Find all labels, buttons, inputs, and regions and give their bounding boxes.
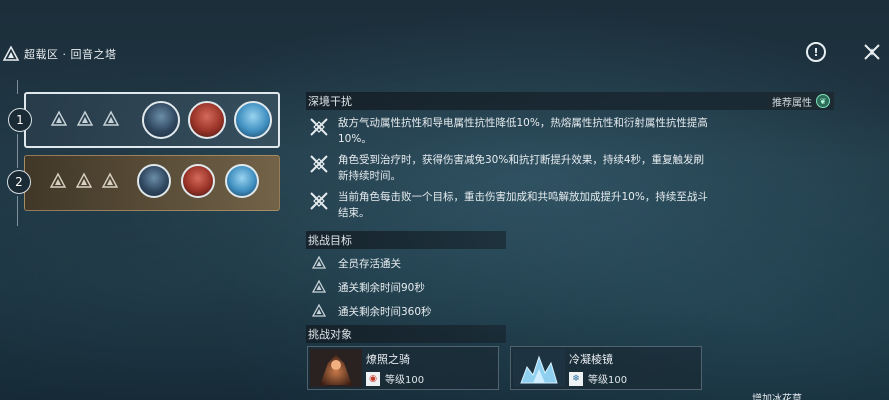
- avatar[interactable]: [225, 164, 259, 198]
- stage-card-1[interactable]: 1: [8, 92, 280, 148]
- goal-text: 通关剩余时间360秒: [338, 305, 432, 318]
- avatar[interactable]: [188, 101, 226, 139]
- glacio-icon: ❄: [569, 371, 583, 386]
- targets-header: 挑战对象: [306, 325, 506, 343]
- enemy-portrait-icon: [513, 349, 565, 387]
- header: 超载区 · 回音之塔: [0, 42, 117, 66]
- crossed-swords-icon: [310, 118, 328, 136]
- target-name: 燎照之骑: [366, 353, 410, 366]
- section-title: 深境干扰: [308, 95, 352, 108]
- disturbance-item: 角色受到治疗时，获得伤害减免30%和抗打断提升效果，持续4秒，重复触发刷新持续时…: [306, 152, 834, 184]
- crossed-swords-icon: [310, 155, 328, 173]
- goal-text: 通关剩余时间90秒: [338, 281, 425, 294]
- goal-item: 通关剩余时间90秒: [306, 275, 834, 299]
- stage-number: 1: [8, 108, 32, 132]
- target-level: 等级100: [588, 375, 628, 386]
- stage-stars: [50, 110, 120, 128]
- disturbance-text: 当前角色每击败一个目标，重击伤害加成和共鸣解放加成提升10%，持续至战斗结束。: [338, 191, 708, 219]
- disturbance-text: 角色受到治疗时，获得伤害减免30%和抗打断提升效果，持续4秒，重复触发刷新持续时…: [338, 154, 705, 182]
- stage-connector: [17, 80, 18, 94]
- aero-attribute-icon: ❦: [816, 94, 830, 108]
- team-avatars: [142, 101, 272, 139]
- goals-header: 挑战目标: [306, 231, 506, 249]
- disturbance-text: 敌方气动属性抗性和导电属性抗性降低10%，热熔属性抗性和衍射属性抗性提高10%。: [338, 117, 708, 145]
- stage-stars: [49, 172, 119, 190]
- star-icon: [102, 110, 120, 126]
- star-icon: [312, 304, 326, 317]
- goal-item: 通关剩余时间360秒: [306, 299, 834, 323]
- disturbance-header: 深境干扰 推荐属性 ❦: [306, 92, 834, 110]
- star-icon: [49, 172, 67, 188]
- info-icon[interactable]: !: [806, 42, 826, 62]
- tower-logo-icon: [2, 45, 20, 63]
- disturbance-item: 敌方气动属性抗性和导电属性抗性降低10%，热熔属性抗性和衍射属性抗性提高10%。: [306, 115, 834, 147]
- star-icon: [312, 280, 326, 293]
- recommend-attribute-button[interactable]: 推荐属性 ❦: [768, 93, 834, 109]
- star-icon: [76, 110, 94, 126]
- star-icon: [50, 110, 68, 126]
- fusion-icon: ◉: [366, 371, 380, 386]
- avatar[interactable]: [181, 164, 215, 198]
- crossed-swords-icon: [310, 192, 328, 210]
- enemy-portrait-icon: [310, 349, 362, 387]
- avatar[interactable]: [137, 164, 171, 198]
- goal-text: 全员存活通关: [338, 257, 401, 270]
- target-level: 等级100: [385, 375, 425, 386]
- tower-screen: 超载区 · 回音之塔 ! 1 2 深境干扰 推荐属性 ❦ 敌方气动属性抗性和导电…: [0, 0, 889, 400]
- close-icon[interactable]: [860, 40, 884, 64]
- stage-connector: [17, 134, 18, 168]
- avatar[interactable]: [142, 101, 180, 139]
- target-card[interactable]: 燎照之骑 ◉ 等级100: [307, 346, 499, 390]
- star-icon: [312, 256, 326, 269]
- recommend-label: 推荐属性: [772, 97, 812, 109]
- avatar[interactable]: [234, 101, 272, 139]
- target-level-row: ❄ 等级100: [569, 371, 627, 386]
- target-name: 冷凝棱镜: [569, 353, 613, 366]
- bottom-hint: 增加冰花草: [752, 394, 802, 400]
- disturbance-item: 当前角色每击败一个目标，重击伤害加成和共鸣解放加成提升10%，持续至战斗结束。: [306, 189, 834, 221]
- section-title: 挑战目标: [308, 234, 352, 247]
- stage-connector: [17, 196, 18, 226]
- team-avatars: [137, 164, 259, 198]
- target-card[interactable]: 冷凝棱镜 ❄ 等级100: [510, 346, 702, 390]
- page-title: 超载区 · 回音之塔: [24, 48, 117, 61]
- stage-card-2[interactable]: 2: [7, 155, 280, 211]
- details-panel: 深境干扰 推荐属性 ❦ 敌方气动属性抗性和导电属性抗性降低10%，热熔属性抗性和…: [306, 92, 834, 343]
- star-icon: [75, 172, 93, 188]
- target-level-row: ◉ 等级100: [366, 371, 424, 386]
- star-icon: [101, 172, 119, 188]
- stage-number: 2: [7, 170, 31, 194]
- goal-item: 全员存活通关: [306, 251, 834, 275]
- section-title: 挑战对象: [308, 328, 352, 341]
